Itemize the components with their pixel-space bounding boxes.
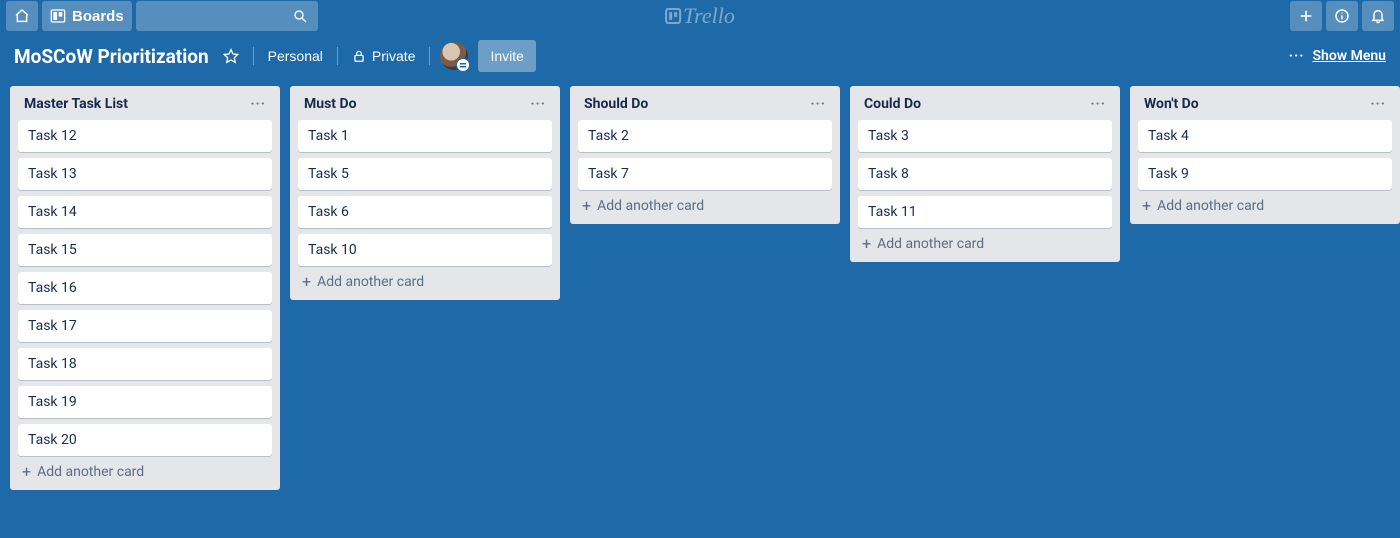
- list: Could Do ··· Task 3 Task 8 Task 11 + Add anoth…: [850, 86, 1120, 262]
- invite-label: Invite: [490, 48, 523, 64]
- show-menu-button[interactable]: Show Menu: [1312, 48, 1386, 64]
- add-card-button[interactable]: + Add another card: [1136, 190, 1394, 218]
- card[interactable]: Task 5: [298, 158, 552, 190]
- cards-container: Task 3 Task 8 Task 11: [856, 120, 1114, 228]
- separator: [337, 47, 338, 65]
- add-card-button[interactable]: + Add another card: [856, 228, 1114, 256]
- card[interactable]: Task 4: [1138, 120, 1392, 152]
- privacy-button[interactable]: Private: [348, 44, 420, 68]
- bell-icon: [1370, 8, 1386, 24]
- cards-container: Task 4 Task 9: [1136, 120, 1394, 190]
- card[interactable]: Task 10: [298, 234, 552, 266]
- info-button[interactable]: [1326, 1, 1358, 31]
- card[interactable]: Task 11: [858, 196, 1112, 228]
- search-input[interactable]: [136, 1, 318, 31]
- team-visibility-label: Personal: [268, 48, 323, 64]
- list-header: Should Do ···: [576, 94, 834, 120]
- info-icon: [1334, 8, 1350, 24]
- card[interactable]: Task 14: [18, 196, 272, 228]
- search-icon: [292, 8, 308, 24]
- boards-button[interactable]: Boards: [42, 1, 132, 31]
- card[interactable]: Task 2: [578, 120, 832, 152]
- plus-icon: +: [22, 464, 31, 480]
- card[interactable]: Task 1: [298, 120, 552, 152]
- add-card-label: Add another card: [1157, 198, 1264, 214]
- list-menu-button[interactable]: ···: [1370, 96, 1386, 112]
- menu-ellipsis[interactable]: ···: [1289, 48, 1305, 64]
- list-header: Won't Do ···: [1136, 94, 1394, 120]
- add-card-label: Add another card: [317, 274, 424, 290]
- cards-container: Task 1 Task 5 Task 6 Task 10: [296, 120, 554, 266]
- list: Should Do ··· Task 2 Task 7 + Add another car…: [570, 86, 840, 224]
- plus-icon: +: [1142, 198, 1151, 214]
- list-header: Master Task List ···: [16, 94, 274, 120]
- add-card-label: Add another card: [877, 236, 984, 252]
- team-visibility-button[interactable]: Personal: [264, 44, 327, 68]
- card[interactable]: Task 15: [18, 234, 272, 266]
- cards-container: Task 12 Task 13 Task 14 Task 15 Task 16 Task …: [16, 120, 274, 456]
- card[interactable]: Task 3: [858, 120, 1112, 152]
- board-icon: [50, 8, 66, 24]
- trello-logo-icon: [665, 8, 681, 24]
- cards-container: Task 2 Task 7: [576, 120, 834, 190]
- create-button[interactable]: [1290, 1, 1322, 31]
- add-card-button[interactable]: + Add another card: [296, 266, 554, 294]
- list-title[interactable]: Won't Do: [1144, 96, 1199, 112]
- board-canvas: Master Task List ··· Task 12 Task 13 Task 14…: [0, 80, 1400, 496]
- notifications-button[interactable]: [1362, 1, 1394, 31]
- card[interactable]: Task 17: [18, 310, 272, 342]
- member-avatar[interactable]: [440, 42, 468, 70]
- list-menu-button[interactable]: ···: [810, 96, 826, 112]
- card[interactable]: Task 16: [18, 272, 272, 304]
- board-title[interactable]: MoSCoW Prioritization: [14, 45, 209, 68]
- app-name: Trello: [683, 3, 735, 29]
- list-title[interactable]: Must Do: [304, 96, 357, 112]
- trello-logo[interactable]: Trello: [665, 3, 735, 29]
- home-button[interactable]: [6, 1, 38, 31]
- lock-icon: [352, 49, 366, 63]
- add-card-button[interactable]: + Add another card: [16, 456, 274, 484]
- add-card-label: Add another card: [37, 464, 144, 480]
- list: Won't Do ··· Task 4 Task 9 + Add another card: [1130, 86, 1400, 224]
- separator: [429, 47, 430, 65]
- plus-icon: +: [582, 198, 591, 214]
- privacy-label: Private: [372, 48, 416, 64]
- card[interactable]: Task 8: [858, 158, 1112, 190]
- add-card-button[interactable]: + Add another card: [576, 190, 834, 218]
- list-title[interactable]: Master Task List: [24, 96, 128, 112]
- card[interactable]: Task 9: [1138, 158, 1392, 190]
- separator: [253, 47, 254, 65]
- global-header-left: Boards: [6, 1, 318, 31]
- plus-icon: +: [862, 236, 871, 252]
- list-header: Must Do ···: [296, 94, 554, 120]
- card[interactable]: Task 20: [18, 424, 272, 456]
- card[interactable]: Task 18: [18, 348, 272, 380]
- star-button[interactable]: [219, 44, 243, 68]
- card[interactable]: Task 7: [578, 158, 832, 190]
- list-menu-button[interactable]: ···: [250, 96, 266, 112]
- global-header-right: [1290, 1, 1394, 31]
- add-card-label: Add another card: [597, 198, 704, 214]
- list-header: Could Do ···: [856, 94, 1114, 120]
- list-menu-button[interactable]: ···: [1090, 96, 1106, 112]
- board-header: MoSCoW Prioritization Personal Private I…: [0, 32, 1400, 80]
- list: Must Do ··· Task 1 Task 5 Task 6 Task 10 + Add …: [290, 86, 560, 300]
- plus-icon: [1298, 8, 1314, 24]
- global-header: Boards Trello: [0, 0, 1400, 32]
- card[interactable]: Task 13: [18, 158, 272, 190]
- home-icon: [14, 8, 30, 24]
- board-header-right: ··· Show Menu: [1289, 48, 1386, 64]
- card[interactable]: Task 6: [298, 196, 552, 228]
- plus-icon: +: [302, 274, 311, 290]
- star-icon: [223, 48, 239, 64]
- list-title[interactable]: Should Do: [584, 96, 648, 112]
- list-menu-button[interactable]: ···: [530, 96, 546, 112]
- card[interactable]: Task 12: [18, 120, 272, 152]
- invite-button[interactable]: Invite: [478, 40, 535, 72]
- boards-button-label: Boards: [72, 8, 124, 25]
- card[interactable]: Task 19: [18, 386, 272, 418]
- list: Master Task List ··· Task 12 Task 13 Task 14…: [10, 86, 280, 490]
- list-title[interactable]: Could Do: [864, 96, 921, 112]
